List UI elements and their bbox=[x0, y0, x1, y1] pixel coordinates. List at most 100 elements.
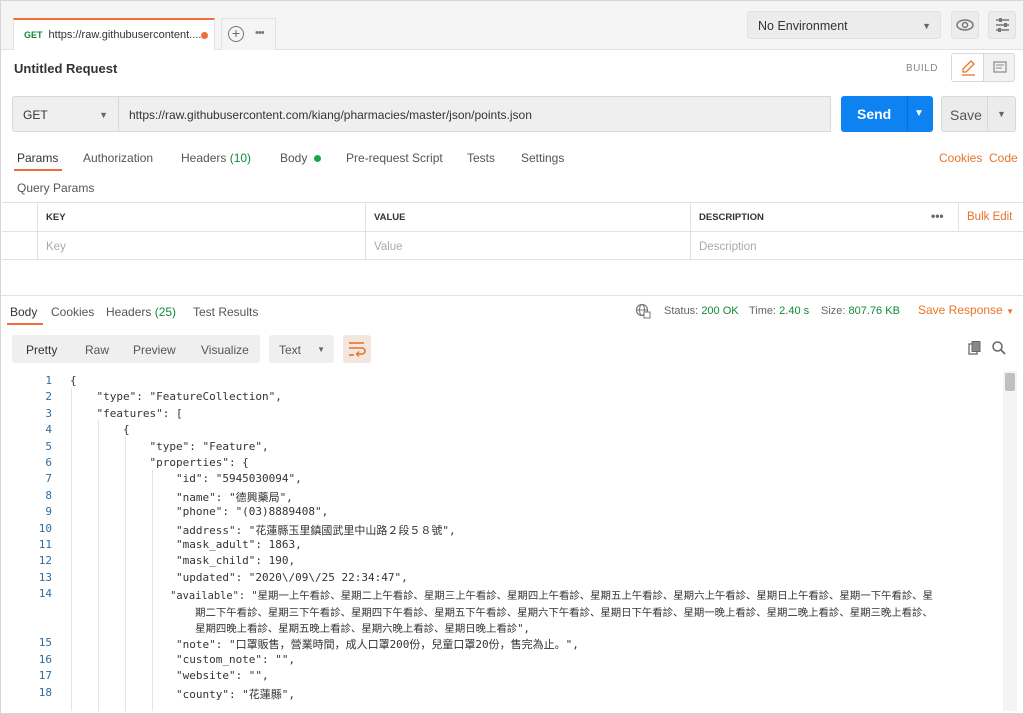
cookies-link[interactable]: Cookies bbox=[939, 151, 982, 165]
headers-count: (10) bbox=[229, 151, 252, 165]
response-body-code[interactable]: 1 { 2 "type": "FeatureCollection", 3 "fea… bbox=[1, 371, 1003, 711]
code-line: "phone": "(03)8889408", bbox=[70, 505, 329, 518]
tab-test-results[interactable]: Test Results bbox=[193, 305, 258, 319]
request-tab[interactable]: GET https://raw.githubusercontent.... bbox=[13, 18, 215, 50]
time-readout: Time: 2.40 s bbox=[749, 305, 809, 317]
value-input[interactable]: Value bbox=[365, 232, 690, 261]
line-number: 2 bbox=[45, 390, 52, 403]
method-select[interactable]: GET ▼ bbox=[12, 96, 119, 132]
line-number: 8 bbox=[45, 489, 52, 502]
format-preview[interactable]: Preview bbox=[133, 343, 176, 357]
url-input[interactable]: https://raw.githubusercontent.com/kiang/… bbox=[118, 96, 831, 132]
active-tab-underline bbox=[14, 169, 62, 171]
format-raw[interactable]: Raw bbox=[85, 343, 109, 357]
time-label: Time: bbox=[749, 305, 777, 317]
environment-label: No Environment bbox=[758, 19, 848, 33]
eye-icon[interactable] bbox=[951, 11, 979, 39]
line-number: 9 bbox=[45, 505, 52, 518]
tab-url: https://raw.githubusercontent.... bbox=[48, 29, 202, 41]
vertical-scrollbar[interactable] bbox=[1003, 371, 1017, 711]
format-visualize[interactable]: Visualize bbox=[201, 343, 249, 357]
copy-icon[interactable] bbox=[967, 340, 983, 356]
tab-headers-label: Headers bbox=[181, 151, 227, 165]
code-line: "properties": { bbox=[70, 456, 249, 469]
save-response-label: Save Response bbox=[918, 303, 1003, 317]
status-value: 200 OK bbox=[701, 305, 739, 317]
status-label: Status: bbox=[664, 305, 699, 317]
column-key: KEY bbox=[37, 203, 365, 232]
line-number: 10 bbox=[38, 522, 52, 535]
more-tabs-icon[interactable]: ••• bbox=[255, 27, 265, 39]
tab-response-cookies[interactable]: Cookies bbox=[51, 305, 94, 319]
build-mode-toggle bbox=[951, 53, 1015, 82]
tab-tests[interactable]: Tests bbox=[467, 151, 495, 165]
line-number: 14 bbox=[38, 587, 52, 600]
tab-settings[interactable]: Settings bbox=[521, 151, 564, 165]
settings-sliders-icon[interactable] bbox=[988, 11, 1016, 39]
line-number: 16 bbox=[38, 653, 52, 666]
tab-headers[interactable]: Headers (10) bbox=[181, 151, 251, 165]
description-input[interactable]: Description bbox=[690, 232, 1023, 261]
code-line: "mask_child": 190, bbox=[70, 554, 296, 567]
save-divider bbox=[987, 97, 988, 131]
bulk-edit-link[interactable]: Bulk Edit bbox=[958, 203, 1023, 232]
line-number: 5 bbox=[45, 440, 52, 453]
send-chevron-down-icon[interactable]: ▼ bbox=[914, 108, 924, 119]
response-divider bbox=[1, 295, 1023, 296]
send-button[interactable]: Send ▼ bbox=[841, 96, 933, 132]
add-tab-icon[interactable]: + bbox=[228, 26, 244, 42]
code-line: "id": "5945030094", bbox=[70, 472, 302, 485]
format-pretty[interactable]: Pretty bbox=[26, 343, 57, 357]
request-title[interactable]: Untitled Request bbox=[14, 61, 117, 76]
tab-response-headers-label: Headers bbox=[106, 305, 152, 319]
environment-select[interactable]: No Environment ▼ bbox=[747, 11, 941, 39]
save-response-button[interactable]: Save Response ▼ bbox=[918, 303, 1014, 317]
code-line: "mask_adult": 1863, bbox=[70, 538, 302, 551]
tab-body[interactable]: Body bbox=[280, 151, 321, 165]
code-line: "note": "口罩販售，營業時間，成人口罩200份，兒童口罩20份，售完為止… bbox=[70, 638, 579, 651]
table-header-row: KEY VALUE DESCRIPTION ••• Bulk Edit bbox=[2, 203, 1023, 232]
code-line: "available": "星期一上午看診、星期二上午看診、星期三上午看診、星期… bbox=[70, 590, 934, 602]
active-tab-underline bbox=[7, 323, 43, 325]
chevron-down-icon: ▼ bbox=[1006, 307, 1014, 316]
method-label: GET bbox=[23, 108, 48, 122]
tab-response-headers[interactable]: Headers (25) bbox=[106, 305, 176, 319]
status-readout: Status: 200 OK bbox=[664, 305, 739, 317]
format-tabs: Pretty Raw Preview Visualize bbox=[12, 335, 260, 363]
size-readout: Size: 807.76 KB bbox=[821, 305, 900, 317]
globe-icon[interactable] bbox=[635, 303, 651, 319]
query-params-title: Query Params bbox=[17, 181, 95, 195]
search-icon[interactable] bbox=[991, 340, 1007, 356]
wrap-lines-icon[interactable] bbox=[343, 335, 371, 363]
scrollbar-thumb[interactable] bbox=[1005, 373, 1015, 391]
code-line: "county": "花蓮縣", bbox=[70, 688, 296, 701]
url-text: https://raw.githubusercontent.com/kiang/… bbox=[129, 108, 532, 122]
comments-icon[interactable] bbox=[985, 54, 1015, 81]
chevron-down-icon: ▼ bbox=[317, 345, 325, 354]
send-label: Send bbox=[857, 106, 892, 122]
time-value: 2.40 s bbox=[779, 305, 810, 317]
code-line: { bbox=[70, 423, 130, 436]
more-options-icon[interactable]: ••• bbox=[923, 203, 958, 232]
save-button[interactable]: Save ▼ bbox=[941, 96, 1016, 132]
body-indicator-dot-icon bbox=[313, 155, 321, 162]
line-number: 15 bbox=[38, 636, 52, 649]
response-headers-count: (25) bbox=[154, 305, 177, 319]
text-type-select[interactable]: Text ▼ bbox=[269, 335, 334, 363]
key-input[interactable]: Key bbox=[37, 232, 365, 261]
send-divider bbox=[907, 96, 908, 132]
code-line: 期二下午看診、星期三下午看診、星期四下午看診、星期五下午看診、星期六下午看診、星… bbox=[70, 607, 933, 619]
build-label: BUILD bbox=[906, 63, 938, 74]
tab-authorization[interactable]: Authorization bbox=[83, 151, 153, 165]
query-params-table: KEY VALUE DESCRIPTION ••• Bulk Edit Key … bbox=[2, 202, 1023, 261]
code-line: "address": "花蓮縣玉里鎮國武里中山路２段５８號", bbox=[70, 524, 456, 537]
edit-pencil-icon[interactable] bbox=[952, 54, 984, 81]
tab-pre-request-script[interactable]: Pre-request Script bbox=[346, 151, 443, 165]
tab-response-body[interactable]: Body bbox=[10, 305, 37, 319]
code-line: "type": "Feature", bbox=[70, 440, 269, 453]
code-link[interactable]: Code bbox=[989, 151, 1018, 165]
tab-params[interactable]: Params bbox=[17, 151, 58, 165]
save-chevron-down-icon[interactable]: ▼ bbox=[997, 109, 1006, 119]
unsaved-dot-icon bbox=[201, 32, 208, 39]
code-line: "updated": "2020\/09\/25 22:34:47", bbox=[70, 571, 408, 584]
